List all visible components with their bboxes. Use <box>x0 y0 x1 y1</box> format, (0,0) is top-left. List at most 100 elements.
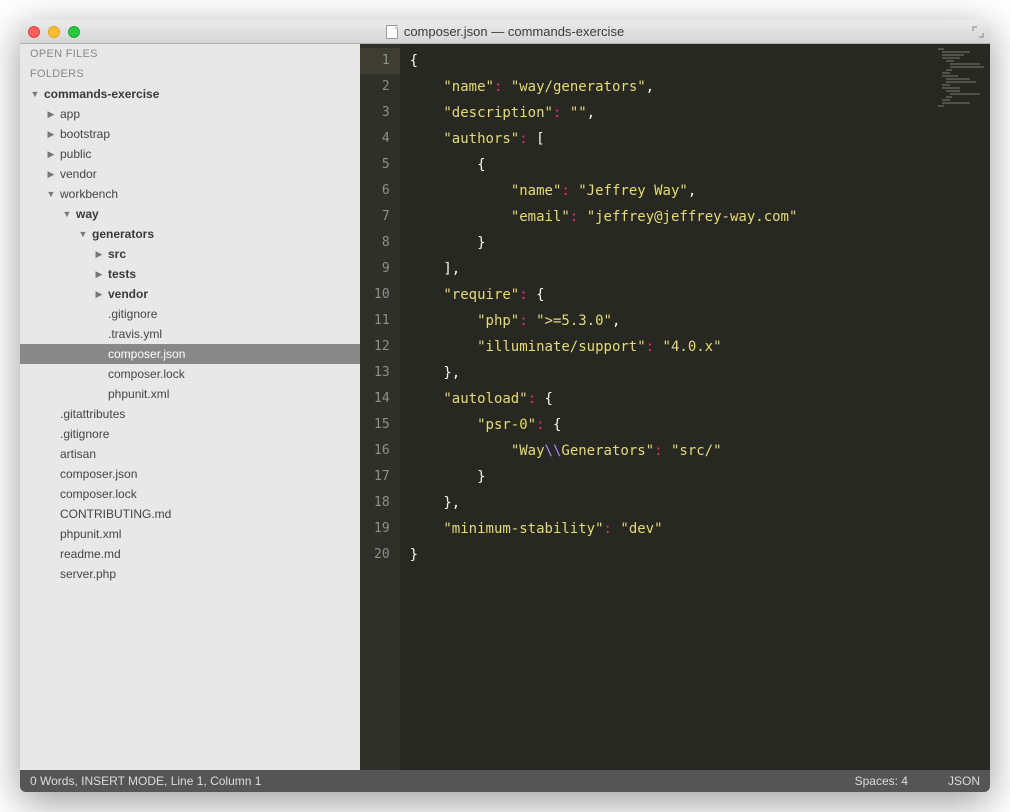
chevron-down-icon[interactable]: ▼ <box>46 189 56 199</box>
tree-item-label: composer.lock <box>108 367 185 381</box>
file-item-readme-md[interactable]: readme.md <box>20 544 360 564</box>
file-item--travis-yml[interactable]: .travis.yml <box>20 324 360 344</box>
line-number[interactable]: 9 <box>374 256 390 282</box>
folder-item-way[interactable]: ▼way <box>20 204 360 224</box>
tree-item-label: vendor <box>108 287 148 301</box>
expand-icon[interactable] <box>972 26 984 38</box>
line-number[interactable]: 6 <box>374 178 390 204</box>
file-item-server-php[interactable]: server.php <box>20 564 360 584</box>
line-number[interactable]: 16 <box>374 438 390 464</box>
tree-item-label: artisan <box>60 447 96 461</box>
code-line[interactable]: "name": "way/generators", <box>410 74 990 100</box>
code-line[interactable]: { <box>410 48 990 74</box>
folder-item-app[interactable]: ▶app <box>20 104 360 124</box>
chevron-right-icon[interactable]: ▶ <box>46 149 56 160</box>
folder-item-vendor[interactable]: ▶vendor <box>20 164 360 184</box>
line-number[interactable]: 1 <box>360 48 400 74</box>
code-line[interactable]: "Way\\Generators": "src/" <box>410 438 990 464</box>
code-line[interactable]: "require": { <box>410 282 990 308</box>
folder-item-workbench[interactable]: ▼workbench <box>20 184 360 204</box>
zoom-window-button[interactable] <box>68 26 80 38</box>
chevron-right-icon[interactable]: ▶ <box>94 249 104 260</box>
code-line[interactable]: } <box>410 464 990 490</box>
tree-item-label: composer.json <box>60 467 137 481</box>
line-number[interactable]: 5 <box>374 152 390 178</box>
line-number[interactable]: 17 <box>374 464 390 490</box>
sidebar[interactable]: OPEN FILES FOLDERS ▼ commands-exercise ▶ap… <box>20 44 360 770</box>
line-number[interactable]: 8 <box>374 230 390 256</box>
code-line[interactable]: "name": "Jeffrey Way", <box>410 178 990 204</box>
status-left[interactable]: 0 Words, INSERT MODE, Line 1, Column 1 <box>30 774 261 788</box>
code-editor[interactable]: 1234567891011121314151617181920 { "name"… <box>360 44 990 770</box>
code-line[interactable]: }, <box>410 360 990 386</box>
folder-item-commands-exercise[interactable]: ▼ commands-exercise <box>20 84 360 104</box>
code-line[interactable]: { <box>410 152 990 178</box>
file-item-contributing-md[interactable]: CONTRIBUTING.md <box>20 504 360 524</box>
file-item-composer-lock[interactable]: composer.lock <box>20 364 360 384</box>
tree-item-label: composer.lock <box>60 487 137 501</box>
titlebar[interactable]: composer.json — commands-exercise <box>20 20 990 44</box>
file-item-phpunit-xml[interactable]: phpunit.xml <box>20 384 360 404</box>
code-line[interactable]: "description": "", <box>410 100 990 126</box>
line-number[interactable]: 10 <box>374 282 390 308</box>
file-item-artisan[interactable]: artisan <box>20 444 360 464</box>
chevron-right-icon[interactable]: ▶ <box>94 289 104 300</box>
code-line[interactable]: "authors": [ <box>410 126 990 152</box>
line-number[interactable]: 14 <box>374 386 390 412</box>
folder-item-vendor[interactable]: ▶ vendor <box>20 284 360 304</box>
minimize-window-button[interactable] <box>48 26 60 38</box>
code-line[interactable]: "php": ">=5.3.0", <box>410 308 990 334</box>
line-number[interactable]: 13 <box>374 360 390 386</box>
main-area: OPEN FILES FOLDERS ▼ commands-exercise ▶ap… <box>20 44 990 770</box>
chevron-down-icon[interactable]: ▼ <box>30 89 40 99</box>
file-item-composer-lock[interactable]: composer.lock <box>20 484 360 504</box>
status-indent[interactable]: Spaces: 4 <box>855 774 908 788</box>
code-line[interactable]: }, <box>410 490 990 516</box>
line-number[interactable]: 12 <box>374 334 390 360</box>
status-syntax[interactable]: JSON <box>948 774 980 788</box>
file-item-composer-json[interactable]: composer.json <box>20 464 360 484</box>
tree-item-label: server.php <box>60 567 116 581</box>
line-number[interactable]: 11 <box>374 308 390 334</box>
folder-item-bootstrap[interactable]: ▶bootstrap <box>20 124 360 144</box>
code-line[interactable]: ], <box>410 256 990 282</box>
line-number[interactable]: 7 <box>374 204 390 230</box>
code-line[interactable]: "autoload": { <box>410 386 990 412</box>
traffic-lights <box>20 26 80 38</box>
chevron-down-icon[interactable]: ▼ <box>62 209 72 219</box>
chevron-right-icon[interactable]: ▶ <box>46 169 56 180</box>
code-line[interactable]: } <box>410 542 990 568</box>
open-files-header: OPEN FILES <box>20 44 360 64</box>
folder-item-src[interactable]: ▶src <box>20 244 360 264</box>
line-number[interactable]: 3 <box>374 100 390 126</box>
folders-header: FOLDERS <box>20 64 360 84</box>
chevron-right-icon[interactable]: ▶ <box>46 129 56 140</box>
file-item-composer-json[interactable]: composer.json <box>20 344 360 364</box>
file-item--gitattributes[interactable]: .gitattributes <box>20 404 360 424</box>
chevron-right-icon[interactable]: ▶ <box>46 109 56 120</box>
line-number[interactable]: 2 <box>374 74 390 100</box>
chevron-down-icon[interactable]: ▼ <box>78 229 88 239</box>
line-number[interactable]: 19 <box>374 516 390 542</box>
line-number[interactable]: 4 <box>374 126 390 152</box>
file-item-phpunit-xml[interactable]: phpunit.xml <box>20 524 360 544</box>
close-window-button[interactable] <box>28 26 40 38</box>
code-line[interactable]: } <box>410 230 990 256</box>
folder-item-tests[interactable]: ▶tests <box>20 264 360 284</box>
code-line[interactable]: "minimum-stability": "dev" <box>410 516 990 542</box>
line-gutter[interactable]: 1234567891011121314151617181920 <box>360 44 400 770</box>
folder-item-generators[interactable]: ▼generators <box>20 224 360 244</box>
code-area[interactable]: { "name": "way/generators", "description… <box>400 44 990 770</box>
code-line[interactable]: "email": "jeffrey@jeffrey-way.com" <box>410 204 990 230</box>
folder-item-public[interactable]: ▶public <box>20 144 360 164</box>
line-number[interactable]: 15 <box>374 412 390 438</box>
line-number[interactable]: 20 <box>374 542 390 568</box>
code-line[interactable]: "psr-0": { <box>410 412 990 438</box>
minimap[interactable] <box>938 48 986 128</box>
file-item--gitignore[interactable]: .gitignore <box>20 424 360 444</box>
file-item--gitignore[interactable]: .gitignore <box>20 304 360 324</box>
tree-item-label: commands-exercise <box>44 87 159 101</box>
code-line[interactable]: "illuminate/support": "4.0.x" <box>410 334 990 360</box>
chevron-right-icon[interactable]: ▶ <box>94 269 104 280</box>
line-number[interactable]: 18 <box>374 490 390 516</box>
